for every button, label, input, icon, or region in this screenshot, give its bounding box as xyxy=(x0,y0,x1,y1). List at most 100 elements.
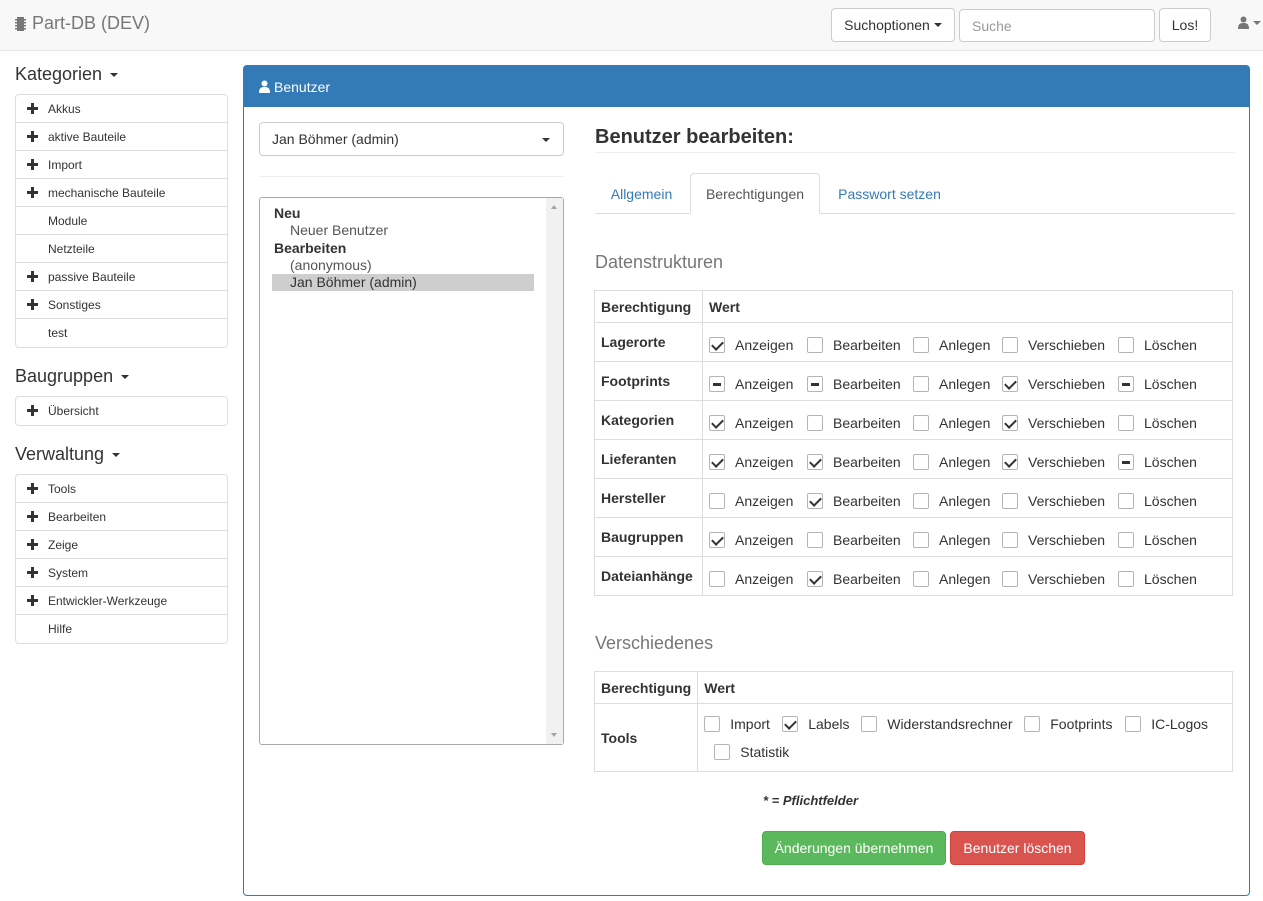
brand[interactable]: Part-DB (DEV) xyxy=(15,13,150,34)
tree-item[interactable]: Akkus xyxy=(16,95,227,123)
permission-checkbox-option[interactable]: Anlegen xyxy=(913,454,1002,470)
tree-item[interactable]: test xyxy=(16,319,227,347)
permission-checkbox-option[interactable]: Anlegen xyxy=(913,376,1002,392)
permission-checkbox-option[interactable]: Verschieben xyxy=(1002,454,1118,470)
user-listbox[interactable]: Neu Neuer Benutzer Bearbeiten (anonymous… xyxy=(259,197,564,745)
tree-item[interactable]: System xyxy=(16,559,227,587)
checkbox-indeterminate[interactable] xyxy=(1118,454,1134,470)
checkbox-unchecked[interactable] xyxy=(913,415,929,431)
categories-heading[interactable]: Kategorien xyxy=(15,64,119,85)
checkbox-unchecked[interactable] xyxy=(913,571,929,587)
plus-icon[interactable] xyxy=(27,539,38,550)
checkbox-unchecked[interactable] xyxy=(1125,715,1142,732)
checkbox-unchecked[interactable] xyxy=(807,415,823,431)
apply-changes-button[interactable]: Änderungen übernehmen xyxy=(762,831,946,865)
user-select[interactable]: Jan Böhmer (admin) xyxy=(259,122,564,156)
tool-permission-option[interactable]: Widerstandsrechner xyxy=(861,715,1024,732)
tree-item[interactable]: Tools xyxy=(16,475,227,503)
permission-checkbox-option[interactable]: Anzeigen xyxy=(709,571,807,587)
plus-icon[interactable] xyxy=(27,159,38,170)
tree-item[interactable]: Sonstiges xyxy=(16,291,227,319)
plus-icon[interactable] xyxy=(27,405,38,416)
permission-checkbox-option[interactable]: Verschieben xyxy=(1002,571,1118,587)
listbox-option-selected[interactable]: Jan Böhmer (admin) xyxy=(272,274,534,291)
tree-item[interactable]: Bearbeiten xyxy=(16,503,227,531)
checkbox-unchecked[interactable] xyxy=(807,337,823,353)
search-input[interactable] xyxy=(959,9,1155,42)
checkbox-unchecked[interactable] xyxy=(709,493,725,509)
tree-item[interactable]: Hilfe xyxy=(16,615,227,643)
tab-set-password[interactable]: Passwort setzen xyxy=(822,173,957,214)
checkbox-unchecked[interactable] xyxy=(704,715,721,732)
permission-checkbox-option[interactable]: Anzeigen xyxy=(709,532,807,548)
permission-checkbox-option[interactable]: Anzeigen xyxy=(709,337,807,353)
checkbox-checked[interactable] xyxy=(1002,454,1018,470)
tree-item[interactable]: Zeige xyxy=(16,531,227,559)
checkbox-unchecked[interactable] xyxy=(913,493,929,509)
permission-checkbox-option[interactable]: Löschen xyxy=(1118,454,1208,470)
permission-checkbox-option[interactable]: Bearbeiten xyxy=(807,415,913,431)
permission-checkbox-option[interactable]: Bearbeiten xyxy=(807,454,913,470)
checkbox-unchecked[interactable] xyxy=(913,337,929,353)
checkbox-unchecked[interactable] xyxy=(913,532,929,548)
tab-general[interactable]: Allgemein xyxy=(595,173,688,214)
tree-item[interactable]: Netzteile xyxy=(16,235,227,263)
go-button[interactable]: Los! xyxy=(1159,8,1211,42)
plus-icon[interactable] xyxy=(27,131,38,142)
plus-icon[interactable] xyxy=(27,511,38,522)
listbox-scrollbar[interactable] xyxy=(546,198,563,744)
permission-checkbox-option[interactable]: Anzeigen xyxy=(709,454,807,470)
permission-checkbox-option[interactable]: Verschieben xyxy=(1002,415,1118,431)
permission-checkbox-option[interactable]: Bearbeiten xyxy=(807,532,913,548)
tool-permission-option[interactable]: Statistik xyxy=(714,743,789,760)
tool-permission-option[interactable]: Import xyxy=(704,715,782,732)
tree-item[interactable]: passive Bauteile xyxy=(16,263,227,291)
permission-checkbox-option[interactable]: Bearbeiten xyxy=(807,376,913,392)
checkbox-unchecked[interactable] xyxy=(1002,337,1018,353)
checkbox-checked[interactable] xyxy=(709,415,725,431)
permission-checkbox-option[interactable]: Löschen xyxy=(1118,415,1208,431)
tool-permission-option[interactable]: IC-Logos xyxy=(1125,715,1215,732)
tree-item[interactable]: aktive Bauteile xyxy=(16,123,227,151)
checkbox-unchecked[interactable] xyxy=(1002,571,1018,587)
permission-checkbox-option[interactable]: Verschieben xyxy=(1002,337,1118,353)
permission-checkbox-option[interactable]: Anzeigen xyxy=(709,376,807,392)
checkbox-unchecked[interactable] xyxy=(913,454,929,470)
scroll-up-icon[interactable] xyxy=(551,205,557,209)
checkbox-checked[interactable] xyxy=(807,571,823,587)
tool-permission-option[interactable]: Footprints xyxy=(1024,715,1125,732)
permission-checkbox-option[interactable]: Anzeigen xyxy=(709,493,807,509)
permission-checkbox-option[interactable]: Bearbeiten xyxy=(807,571,913,587)
checkbox-checked[interactable] xyxy=(807,493,823,509)
checkbox-checked[interactable] xyxy=(782,715,799,732)
permission-checkbox-option[interactable]: Löschen xyxy=(1118,571,1208,587)
user-menu[interactable] xyxy=(1238,16,1261,29)
plus-icon[interactable] xyxy=(27,567,38,578)
checkbox-unchecked[interactable] xyxy=(1118,571,1134,587)
permission-checkbox-option[interactable]: Löschen xyxy=(1118,337,1208,353)
tool-permission-option[interactable]: Labels xyxy=(782,715,861,732)
permission-checkbox-option[interactable]: Anlegen xyxy=(913,415,1002,431)
checkbox-checked[interactable] xyxy=(1002,415,1018,431)
plus-icon[interactable] xyxy=(27,595,38,606)
permission-checkbox-option[interactable]: Anlegen xyxy=(913,571,1002,587)
tree-item[interactable]: Module xyxy=(16,207,227,235)
permission-checkbox-option[interactable]: Anlegen xyxy=(913,337,1002,353)
tree-item[interactable]: Import xyxy=(16,151,227,179)
checkbox-checked[interactable] xyxy=(807,454,823,470)
checkbox-unchecked[interactable] xyxy=(1002,532,1018,548)
checkbox-unchecked[interactable] xyxy=(861,715,878,732)
tree-item[interactable]: Entwickler-Werkzeuge xyxy=(16,587,227,615)
permission-checkbox-option[interactable]: Bearbeiten xyxy=(807,337,913,353)
plus-icon[interactable] xyxy=(27,483,38,494)
checkbox-unchecked[interactable] xyxy=(1118,415,1134,431)
search-options-button[interactable]: Suchoptionen xyxy=(831,8,955,42)
checkbox-unchecked[interactable] xyxy=(1118,532,1134,548)
checkbox-indeterminate[interactable] xyxy=(807,376,823,392)
tree-item[interactable]: Übersicht xyxy=(16,397,227,425)
permission-checkbox-option[interactable]: Anzeigen xyxy=(709,415,807,431)
permission-checkbox-option[interactable]: Verschieben xyxy=(1002,376,1118,392)
checkbox-unchecked[interactable] xyxy=(807,532,823,548)
checkbox-indeterminate[interactable] xyxy=(709,376,725,392)
checkbox-unchecked[interactable] xyxy=(1024,715,1041,732)
